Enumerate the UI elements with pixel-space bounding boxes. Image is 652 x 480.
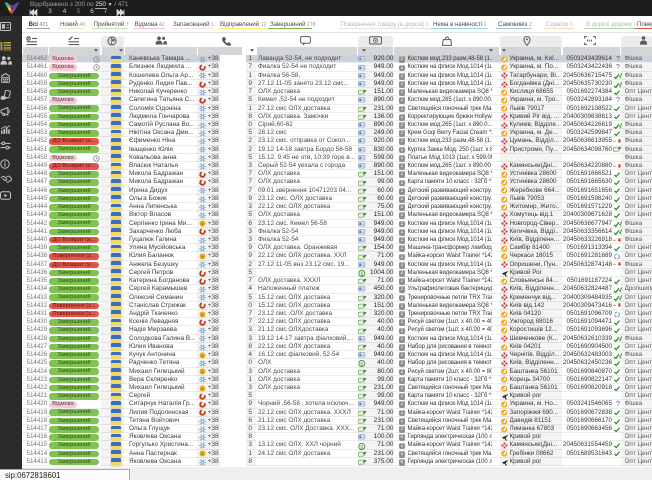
svg-text:lc: lc <box>201 370 204 374</box>
svg-text:$: $ <box>360 444 363 449</box>
svg-text:$: $ <box>360 271 363 276</box>
svg-text:lc: lc <box>201 354 204 358</box>
svg-text:lc: lc <box>201 452 204 456</box>
svg-text:lc: lc <box>201 387 204 391</box>
svg-text:$: $ <box>360 362 363 367</box>
svg-text:lc: lc <box>201 313 204 317</box>
svg-text:lc: lc <box>201 255 204 259</box>
svg-text:lc: lc <box>201 222 204 226</box>
